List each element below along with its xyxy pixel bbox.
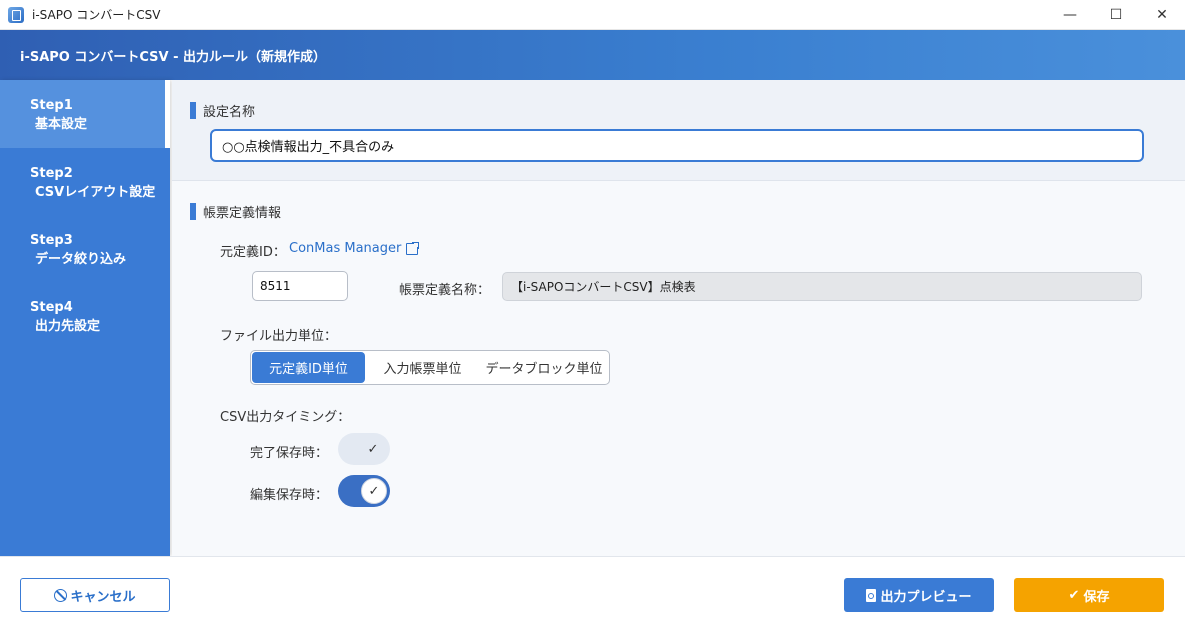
cancel-icon [54,588,68,602]
step-sidebar: Step1 基本設定 Step2 CSVレイアウト設定 Step3 データ絞り込… [0,80,170,556]
external-link-icon [406,240,421,255]
step-number: Step4 [30,300,73,315]
maximize-button[interactable]: ☐ [1093,0,1139,30]
step-number: Step3 [30,233,73,248]
complete-save-label: 完了保存時： [250,446,329,461]
file-unit-label: ファイル出力単位： [220,329,338,344]
step-label: CSVレイアウト設定 [35,185,156,200]
footer-bar: キャンセル 出力プレビュー ✔ 保存 [0,556,1185,632]
unit-option-input-form[interactable]: 入力帳票単位 [365,352,480,383]
step-label: 基本設定 [35,117,88,132]
timing-label: CSV出力タイミング： [220,410,351,425]
edit-save-label: 編集保存時： [250,488,329,503]
main-content: 設定名称 帳票定義情報 元定義ID： ConMas Manager 帳票定義名称… [172,80,1185,556]
unit-option-data-block[interactable]: データブロック単位 [480,352,608,383]
window-controls: — ☐ ✕ [1047,0,1185,30]
section-marker [190,203,196,220]
cancel-button[interactable]: キャンセル [20,578,170,612]
setting-name-section: 設定名称 [172,80,1185,181]
window-titlebar: i-SAPO コンバートCSV — ☐ ✕ [0,0,1185,30]
source-id-label: 元定義ID： [220,245,286,260]
check-icon: ✓ [361,478,387,504]
unit-option-source-id[interactable]: 元定義ID単位 [252,352,365,383]
setting-name-heading: 設定名称 [190,101,255,120]
conmas-manager-link[interactable]: ConMas Manager [289,240,421,256]
step-number: Step2 [30,166,73,181]
preview-document-icon [866,588,877,602]
form-name-field: 【i-SAPOコンバートCSV】点検表 [502,272,1142,301]
complete-save-toggle[interactable]: ✓ [338,433,390,465]
minimize-button[interactable]: — [1047,0,1093,30]
app-header: i-SAPO コンバートCSV - 出力ルール（新規作成） [0,30,1185,80]
form-definition-heading: 帳票定義情報 [190,202,281,221]
file-unit-segmented-control: 元定義ID単位 入力帳票単位 データブロック単位 [250,350,610,385]
section-marker [190,102,196,119]
close-button[interactable]: ✕ [1139,0,1185,30]
sidebar-step-3[interactable]: Step3 データ絞り込み [0,215,170,282]
sidebar-step-4[interactable]: Step4 出力先設定 [0,282,170,349]
form-name-label: 帳票定義名称： [399,283,491,298]
step-number: Step1 [30,98,73,113]
preview-button[interactable]: 出力プレビュー [844,578,994,612]
checkmark-icon: ✔ [1068,587,1080,603]
save-button[interactable]: ✔ 保存 [1014,578,1164,612]
window-title: i-SAPO コンバートCSV [32,8,161,22]
setting-name-input[interactable] [210,129,1144,162]
edit-save-toggle[interactable]: ✓ [338,475,390,507]
app-icon [8,6,24,23]
check-icon: ✓ [367,441,379,457]
step-label: 出力先設定 [35,319,101,334]
sidebar-step-1[interactable]: Step1 基本設定 [0,80,170,148]
step-label: データ絞り込み [35,252,127,267]
sidebar-step-2[interactable]: Step2 CSVレイアウト設定 [0,148,170,215]
source-id-input[interactable] [252,271,348,301]
page-title: i-SAPO コンバートCSV - 出力ルール（新規作成） [20,49,327,65]
